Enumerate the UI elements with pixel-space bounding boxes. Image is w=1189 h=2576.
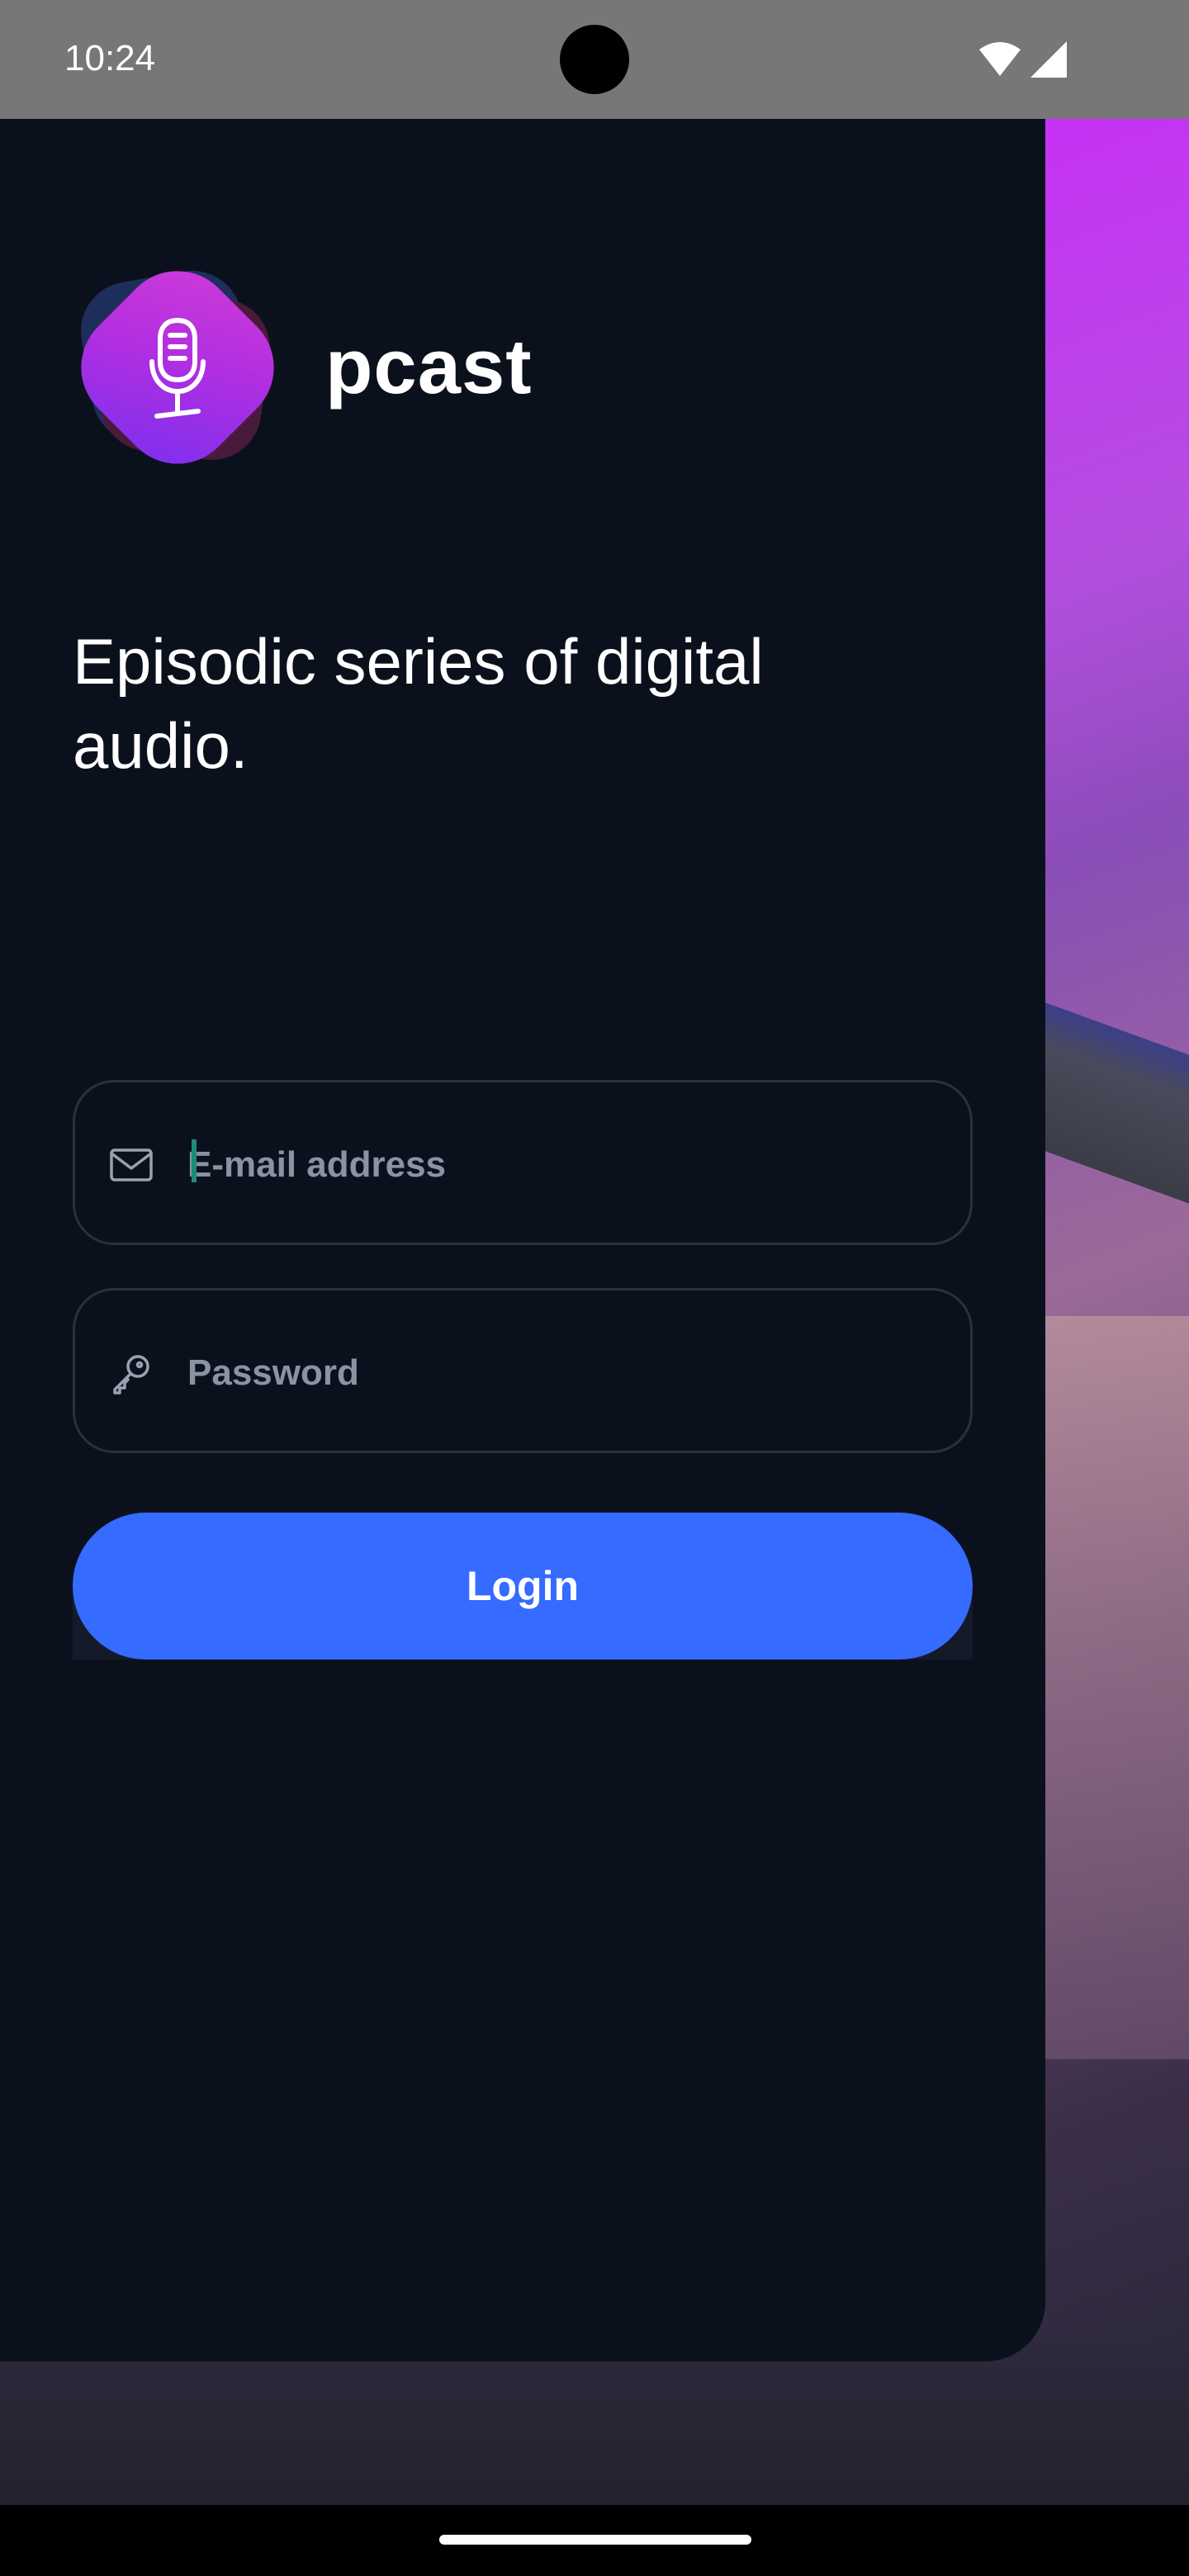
login-button[interactable]: Login	[73, 1513, 973, 1660]
key-icon	[113, 1355, 149, 1395]
camera-cutout	[560, 25, 629, 94]
status-bar: 10:24	[0, 0, 1189, 119]
home-indicator[interactable]	[439, 2535, 751, 2545]
mail-icon	[110, 1148, 153, 1181]
background-bottom	[0, 2340, 1189, 2505]
microphone-icon	[149, 318, 206, 419]
background-band	[1040, 1316, 1189, 2059]
app-name: pcast	[325, 323, 533, 410]
email-input[interactable]	[187, 1132, 931, 1198]
signal-icon	[1030, 41, 1067, 78]
app-logo	[57, 247, 298, 488]
status-time: 10:24	[64, 38, 156, 78]
background-band	[1024, 994, 1189, 1324]
tagline: Episodic series of digital audio.	[73, 625, 764, 782]
email-field[interactable]	[73, 1080, 973, 1245]
wifi-icon	[979, 42, 1021, 76]
password-field[interactable]	[73, 1288, 973, 1453]
text-caret	[192, 1139, 197, 1182]
password-input[interactable]	[187, 1340, 931, 1406]
